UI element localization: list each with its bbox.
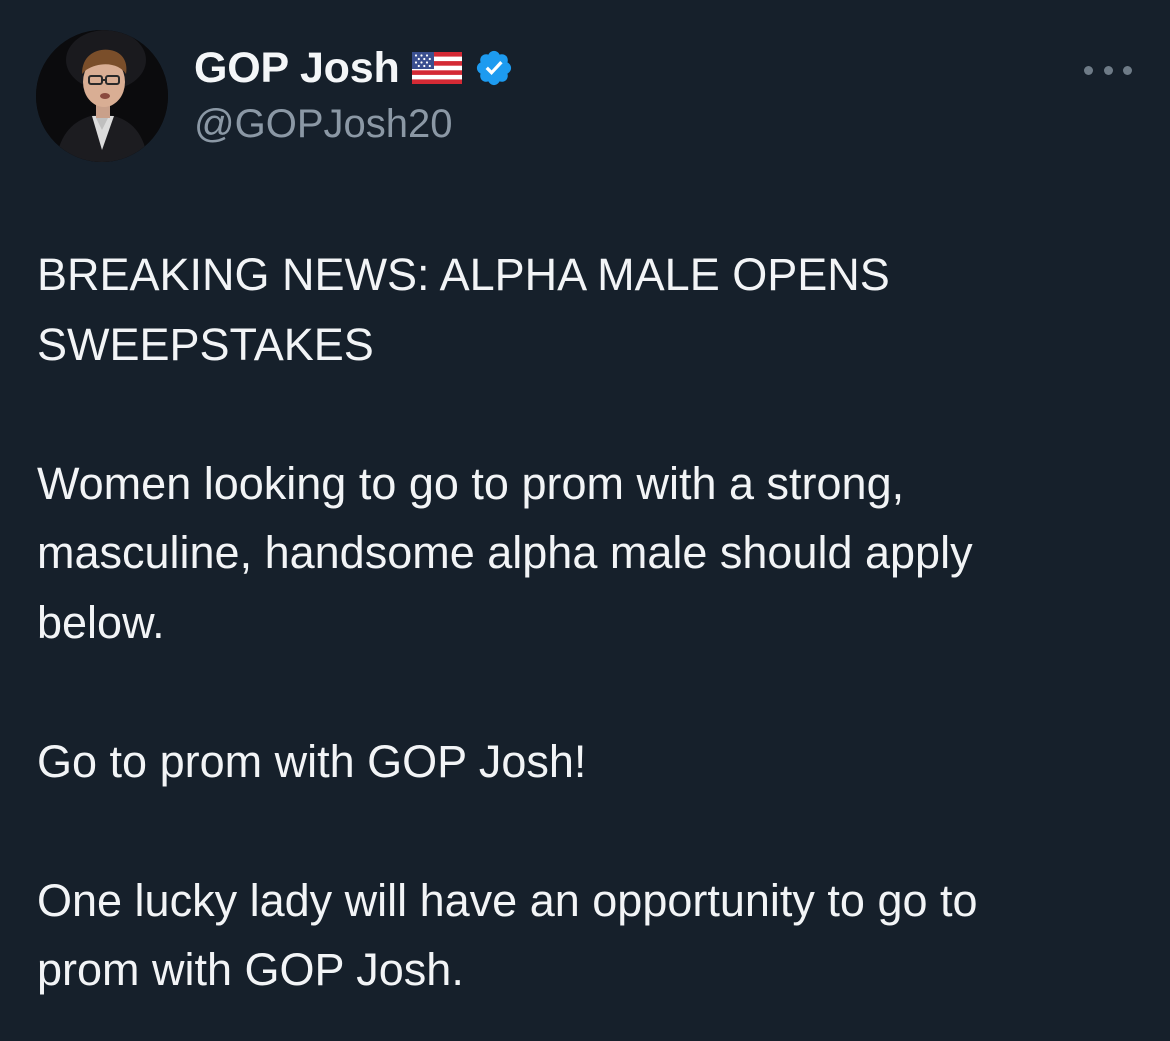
tweet-line: SWEEPSTAKES [37, 318, 374, 370]
tweet-line: below. [37, 596, 165, 648]
tweet-line: Women looking to go to prom with a stron… [37, 457, 905, 509]
verified-badge-icon[interactable] [474, 48, 514, 88]
tweet-line: Go to prom with GOP Josh! [37, 735, 587, 787]
tweet-line: BREAKING NEWS: ALPHA MALE OPENS [37, 249, 890, 300]
more-dot [1103, 65, 1113, 75]
tweet-line: masculine, handsome alpha male should ap… [37, 527, 973, 578]
name-row: GOP Josh [194, 42, 514, 94]
more-options-icon[interactable] [1084, 58, 1132, 82]
more-dot [1123, 65, 1132, 75]
display-name[interactable]: GOP Josh [194, 44, 400, 93]
tweet-line: One lucky lady will have an opportunity … [37, 874, 978, 926]
tweet-card: GOP Josh @GOPJosh20 BREAKING NEWS: ALPHA… [0, 0, 1170, 1041]
user-handle[interactable]: @GOPJosh20 [194, 102, 453, 147]
us-flag-icon [411, 52, 462, 84]
more-dot [1084, 65, 1093, 75]
avatar-photo [36, 30, 168, 162]
tweet-line: prom with GOP Josh. [37, 944, 464, 995]
tweet-text: BREAKING NEWS: ALPHA MALE OPENS SWEEPSTA… [37, 240, 1137, 1005]
avatar[interactable] [36, 30, 168, 162]
